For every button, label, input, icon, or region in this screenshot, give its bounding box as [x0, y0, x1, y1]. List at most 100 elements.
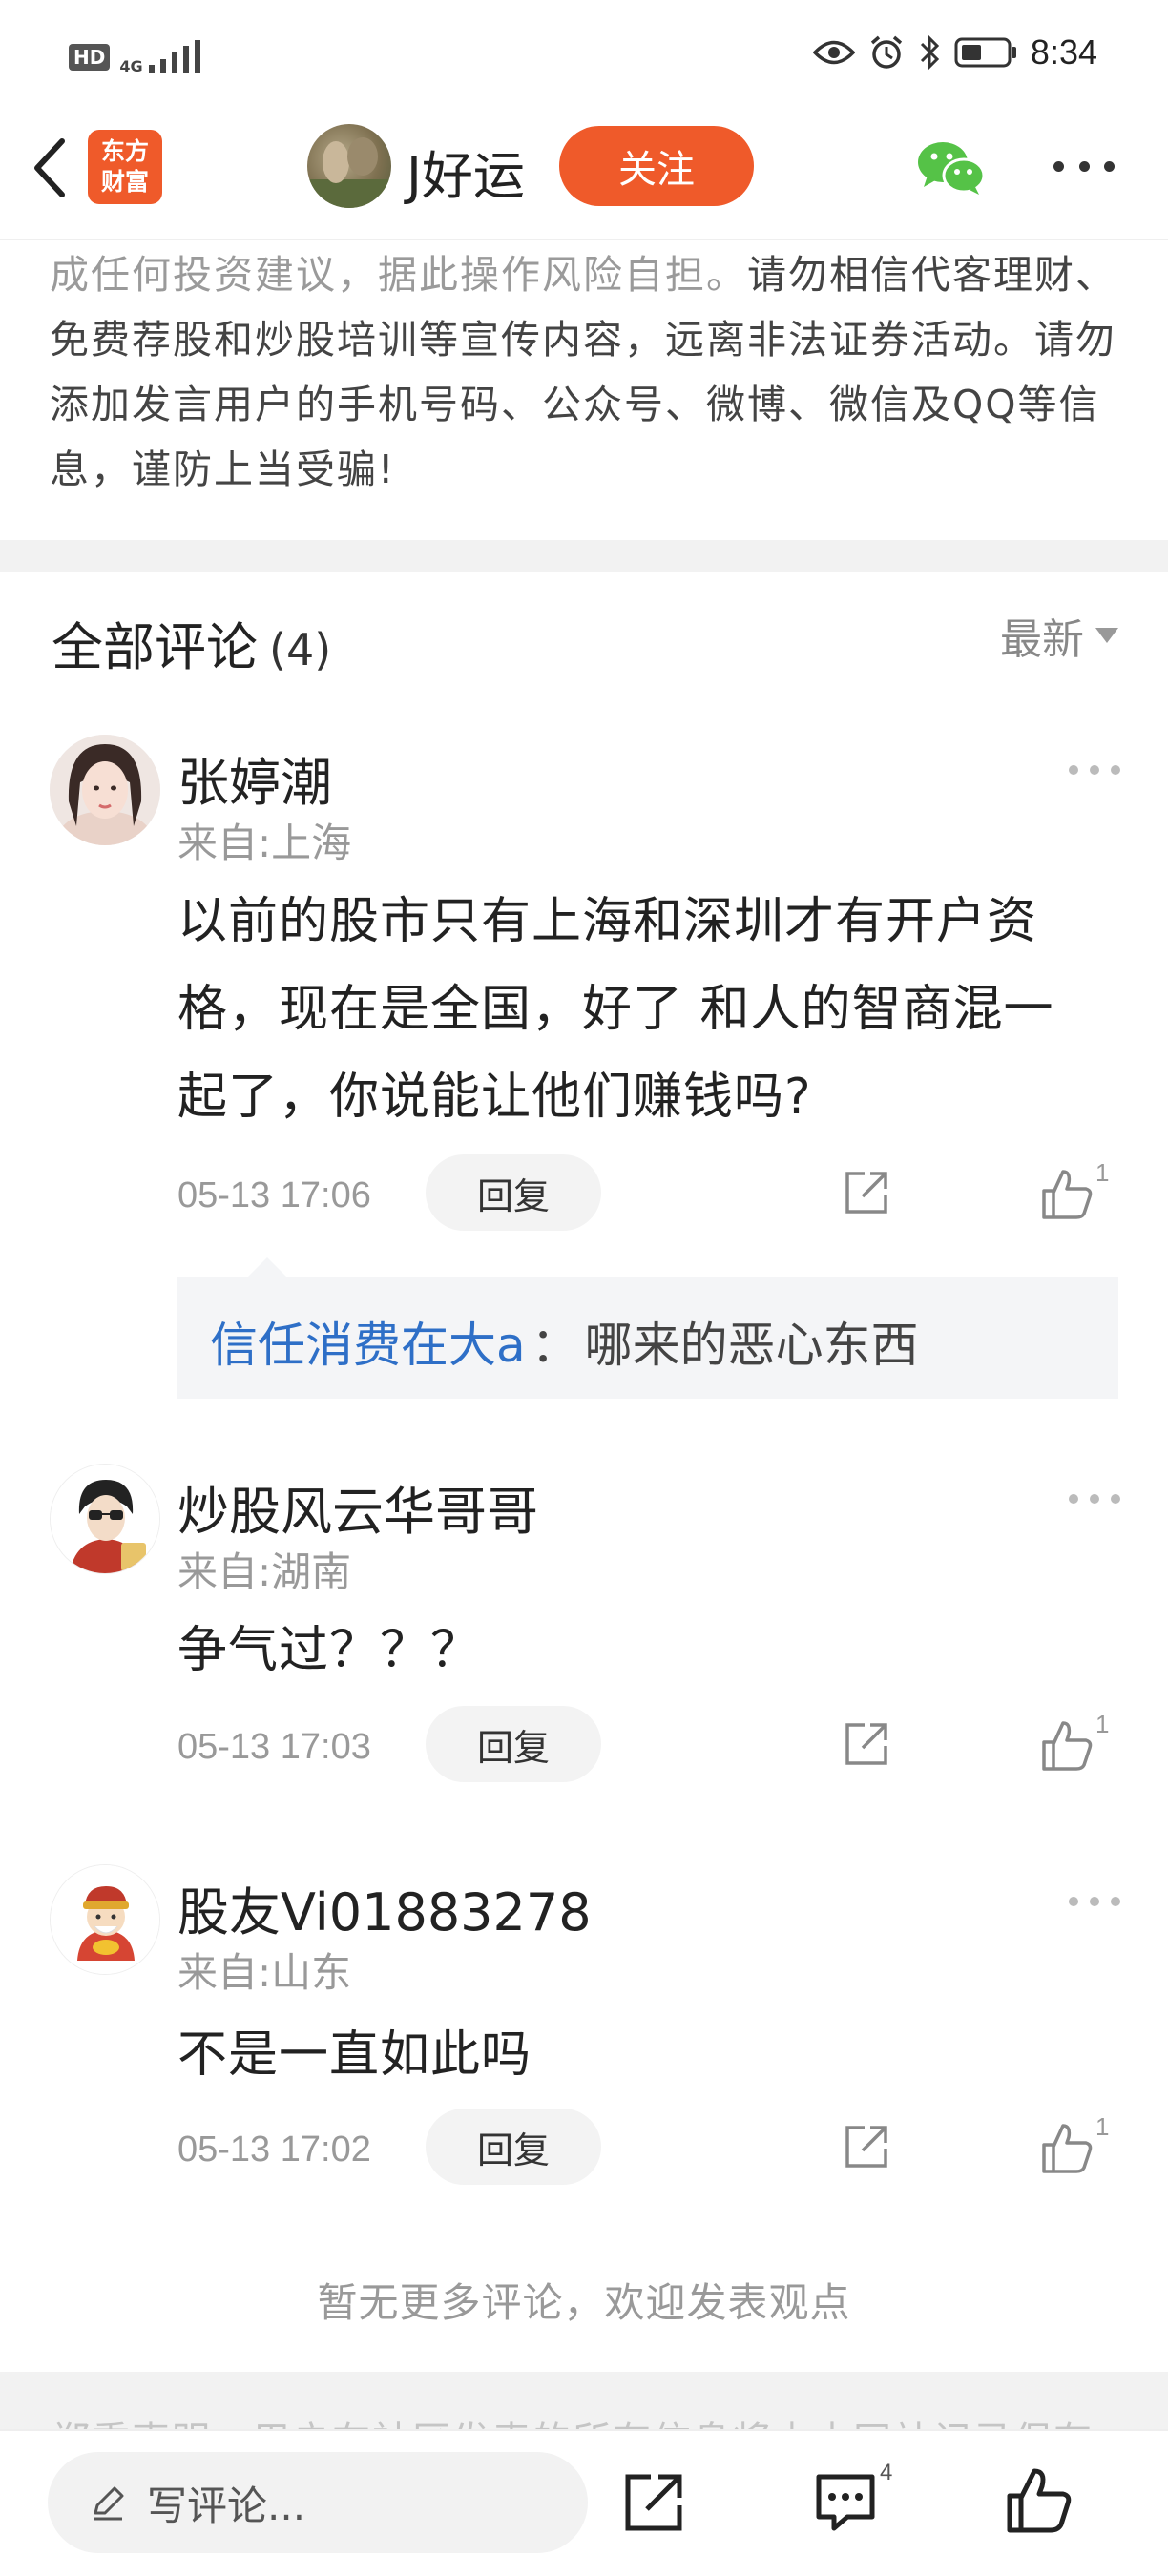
battery-icon: [954, 37, 1016, 68]
commenter-name[interactable]: 炒股风云华哥哥: [177, 1469, 538, 1545]
wechat-icon: [918, 142, 986, 195]
reply-box-pointer: [246, 1257, 288, 1278]
comment-time: 05-13 17:06: [177, 1175, 371, 1215]
signal-icon: [148, 40, 200, 73]
thumbs-up-icon: [1042, 1170, 1093, 1219]
comment-more-button[interactable]: [1069, 1492, 1120, 1506]
caret-down-icon: [1095, 628, 1118, 643]
comment-time: 05-13 17:03: [177, 1727, 371, 1767]
alarm-icon: [870, 35, 903, 69]
comment-line: 不是一直如此吗: [177, 2026, 532, 2084]
bluetooth-icon: [920, 34, 940, 71]
commenter-avatar[interactable]: [50, 1464, 160, 1574]
like-button[interactable]: 1: [1040, 2112, 1116, 2179]
back-button[interactable]: [25, 130, 73, 206]
comment-input-placeholder: 写评论...: [147, 2482, 306, 2529]
reply-text: 哪来的恶心东西: [584, 1318, 919, 1373]
thumbs-up-icon: [1007, 2468, 1072, 2533]
app-logo[interactable]: 东方 财富: [88, 130, 162, 204]
dot-icon: [1090, 765, 1099, 775]
poster-avatar[interactable]: [307, 124, 391, 208]
dot-icon: [1111, 1494, 1120, 1504]
like-count: 1: [1095, 1158, 1110, 1187]
commenter-location: 来自:上海: [177, 820, 352, 866]
like-count: 1: [1095, 2112, 1110, 2141]
poster-name[interactable]: J好运: [407, 134, 525, 209]
reply-username[interactable]: 信任消费在大a: [210, 1318, 526, 1373]
share-icon: [625, 2474, 682, 2531]
follow-button[interactable]: 关注: [559, 126, 754, 206]
dot-icon: [1090, 1494, 1099, 1504]
comment-time: 05-13 17:02: [177, 2129, 371, 2170]
commenter-avatar[interactable]: [50, 735, 160, 845]
logo-line-2: 财富: [100, 168, 149, 196]
write-comment-input[interactable]: 写评论...: [48, 2452, 588, 2553]
comment-bubble-icon: [816, 2474, 875, 2531]
like-count: 1: [1095, 1710, 1110, 1738]
status-right: 8:34: [812, 32, 1097, 73]
share-post-button[interactable]: [618, 2467, 689, 2538]
dot-icon: [1090, 1897, 1099, 1906]
no-more-comments-text: 暂无更多评论，欢迎发表观点: [317, 2279, 851, 2326]
comments-button[interactable]: 4: [813, 2460, 892, 2538]
comments-count: (4): [269, 624, 332, 675]
commenter-name[interactable]: 股友Vi01883278: [177, 1870, 592, 1945]
like-post-button[interactable]: [1004, 2465, 1074, 2536]
commenter-avatar[interactable]: [50, 1864, 160, 1975]
pencil-icon: [94, 2486, 124, 2521]
dot-icon: [1069, 1897, 1078, 1906]
dot-icon: [1078, 160, 1090, 172]
dot-icon: [1069, 765, 1078, 775]
comment-text: 不是一直如此吗: [177, 2011, 532, 2099]
risk-disclaimer: 成任何投资建议，据此操作风险自担。请勿相信代客理财、免费荐股和炒股培训等宣传内容…: [50, 242, 1128, 502]
comment-count-badge: 4: [880, 2460, 893, 2485]
header-divider: [0, 239, 1168, 240]
dot-icon: [1111, 765, 1120, 775]
reply-button[interactable]: 回复: [426, 1706, 601, 1782]
eye-icon: [812, 40, 855, 65]
chevron-left-icon: [34, 138, 65, 197]
dot-icon: [1111, 1897, 1120, 1906]
avatar-image: [50, 735, 160, 845]
like-button[interactable]: 1: [1040, 1710, 1116, 1776]
reply-content: 信任消费在大a：哪来的恶心东西: [210, 1307, 919, 1376]
comments-title: 全部评论: [52, 617, 258, 677]
thumbs-up-icon: [1042, 2124, 1093, 2173]
dot-icon: [1053, 160, 1064, 172]
more-options-button[interactable]: [1053, 151, 1115, 181]
avatar-image: [51, 1865, 159, 1974]
status-left: HD 4G: [69, 40, 200, 74]
comments-header: 全部评论 (4): [52, 605, 331, 680]
reply-button[interactable]: 回复: [426, 2109, 601, 2185]
commenter-name[interactable]: 张婷潮: [177, 740, 332, 816]
sort-dropdown[interactable]: 最新: [1000, 605, 1118, 666]
dot-icon: [1069, 1494, 1078, 1504]
network-label: 4G: [119, 57, 143, 75]
comment-more-button[interactable]: [1069, 1895, 1120, 1908]
dot-icon: [1104, 160, 1115, 172]
comment-more-button[interactable]: [1069, 763, 1120, 777]
thumbs-up-icon: [1042, 1721, 1093, 1771]
commenter-location: 来自:山东: [177, 1949, 352, 1996]
share-icon: [845, 1172, 887, 1214]
comment-line: 以前的股市只有上海和深圳才有开户资: [177, 893, 1038, 950]
comment-line: 格，现在是全国，好了 和人的智商混一: [177, 981, 1054, 1038]
commenter-location: 来自:湖南: [177, 1548, 352, 1595]
section-separator: [0, 540, 1168, 572]
share-icon: [845, 1723, 887, 1765]
network-indicator: 4G: [119, 40, 200, 75]
reply-button[interactable]: 回复: [426, 1154, 601, 1231]
comment-text: 以前的股市只有上海和深圳才有开户资 格，现在是全国，好了 和人的智商混一 起了，…: [177, 878, 1054, 1141]
disclaimer-gray-text: 成任何投资建议，据此操作风险自担。: [50, 252, 747, 298]
wechat-share-button[interactable]: [916, 137, 986, 198]
avatar-image: [51, 1465, 159, 1573]
sort-label: 最新: [1000, 615, 1084, 664]
share-button[interactable]: [840, 1717, 893, 1771]
reply-separator: ：: [531, 1318, 579, 1373]
comment-text: 争气过？？？: [177, 1607, 481, 1694]
comment-line: 争气过？？？: [177, 1622, 482, 1679]
share-button[interactable]: [840, 1166, 893, 1219]
poster-avatar-image: [307, 137, 391, 208]
share-button[interactable]: [840, 2120, 893, 2173]
like-button[interactable]: 1: [1040, 1158, 1116, 1225]
